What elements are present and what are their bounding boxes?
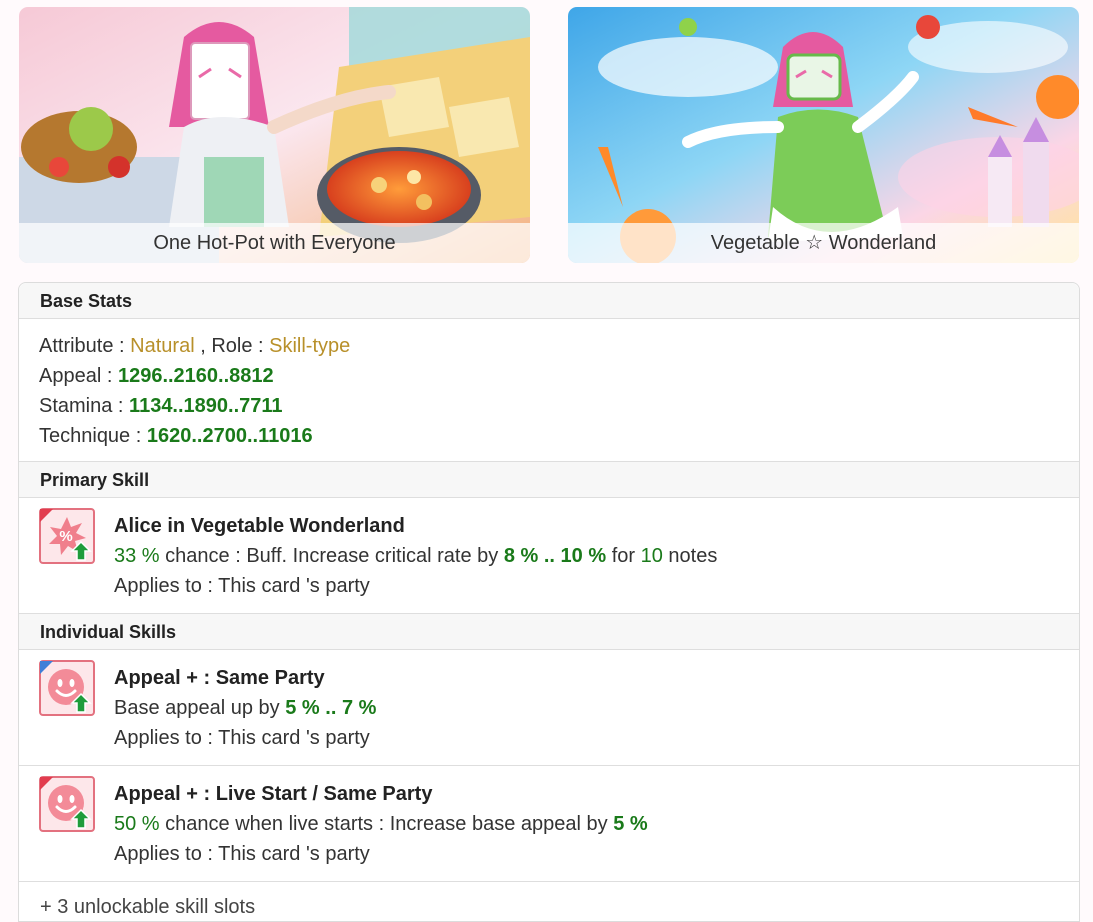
card-image-wonderland[interactable]: Vegetable ☆ Wonderland	[568, 7, 1079, 263]
stamina-row: Stamina : 1134..1890..7711	[39, 391, 1059, 421]
individual-skills-heading: Individual Skills	[19, 614, 1079, 650]
individual-skill-value: 5 %	[613, 813, 648, 835]
primary-skill-notes-count: 10	[640, 545, 663, 567]
individual-skill-chance: 50 %	[114, 813, 160, 835]
appeal-up-icon	[39, 660, 95, 716]
individual-skill-applies: Applies to : This card 's party	[114, 727, 370, 749]
individual-skill-description: Base appeal up by 5 % .. 7 %	[114, 693, 1079, 723]
technique-row: Technique : 1620..2700..11016	[39, 421, 1059, 451]
appeal-label: Appeal :	[39, 365, 113, 387]
card-image-hotpot[interactable]: One Hot-Pot with Everyone	[19, 7, 530, 263]
card-details-panel: Base Stats Attribute : Natural , Role : …	[18, 282, 1080, 922]
primary-skill-description: 33 % chance : Buff. Increase critical ra…	[114, 541, 1079, 571]
individual-skill-body: Appeal + : Same Party Base appeal up by …	[19, 650, 1079, 765]
individual-skill-description: 50 % chance when live starts : Increase …	[114, 809, 1079, 839]
primary-skill-range: 8 % .. 10 %	[503, 545, 607, 567]
individual-skill-desc-text: chance when live starts : Increase base …	[165, 813, 608, 835]
technique-value: 1620..2700..11016	[146, 425, 313, 447]
individual-skill-applies: Applies to : This card 's party	[114, 843, 370, 865]
primary-skill-row: % Alice in Vegetable Wonderland 33 % cha…	[19, 498, 1079, 614]
individual-skill-value: 5 % .. 7 %	[285, 697, 377, 719]
role-value[interactable]: Skill-type	[269, 335, 350, 357]
individual-skill-name: Appeal + : Same Party	[114, 667, 325, 689]
primary-skill-desc-notes: notes	[668, 545, 718, 567]
individual-skill-row: Appeal + : Live Start / Same Party 50 % …	[19, 766, 1079, 882]
role-label: , Role :	[200, 335, 264, 357]
attribute-label: Attribute :	[39, 335, 125, 357]
primary-skill-heading: Primary Skill	[19, 462, 1079, 498]
appeal-value: 1296..2160..8812	[117, 365, 274, 387]
card-images: One Hot-Pot with Everyone Vegetable ☆ Wo…	[19, 7, 1079, 263]
primary-skill-name: Alice in Vegetable Wonderland	[114, 515, 405, 537]
card-caption: One Hot-Pot with Everyone	[19, 223, 530, 263]
appeal-row: Appeal : 1296..2160..8812	[39, 361, 1059, 391]
individual-skill-row: Appeal + : Same Party Base appeal up by …	[19, 650, 1079, 766]
technique-label: Technique :	[39, 425, 142, 447]
attribute-value[interactable]: Natural	[130, 335, 194, 357]
card-caption: Vegetable ☆ Wonderland	[568, 223, 1079, 263]
attribute-row: Attribute : Natural , Role : Skill-type	[39, 331, 1059, 361]
stamina-label: Stamina :	[39, 395, 124, 417]
stamina-value: 1134..1890..7711	[129, 395, 283, 417]
primary-skill-applies: Applies to : This card 's party	[114, 575, 370, 597]
critical-buff-icon: %	[39, 508, 95, 564]
primary-skill-desc-text: chance : Buff. Increase critical rate by	[165, 545, 499, 567]
individual-skill-name: Appeal + : Live Start / Same Party	[114, 783, 433, 805]
base-stats-heading: Base Stats	[19, 283, 1079, 319]
individual-skill-body: Appeal + : Live Start / Same Party 50 % …	[19, 766, 1079, 881]
primary-skill-chance: 33 %	[114, 545, 160, 567]
individual-skill-desc-text: Base appeal up by	[114, 697, 280, 719]
appeal-up-icon	[39, 776, 95, 832]
primary-skill-desc-for: for	[611, 545, 636, 567]
primary-skill-body: Alice in Vegetable Wonderland 33 % chanc…	[19, 498, 1079, 613]
svg-text:%: %	[59, 528, 72, 545]
base-stats-section: Attribute : Natural , Role : Skill-type …	[19, 319, 1079, 462]
